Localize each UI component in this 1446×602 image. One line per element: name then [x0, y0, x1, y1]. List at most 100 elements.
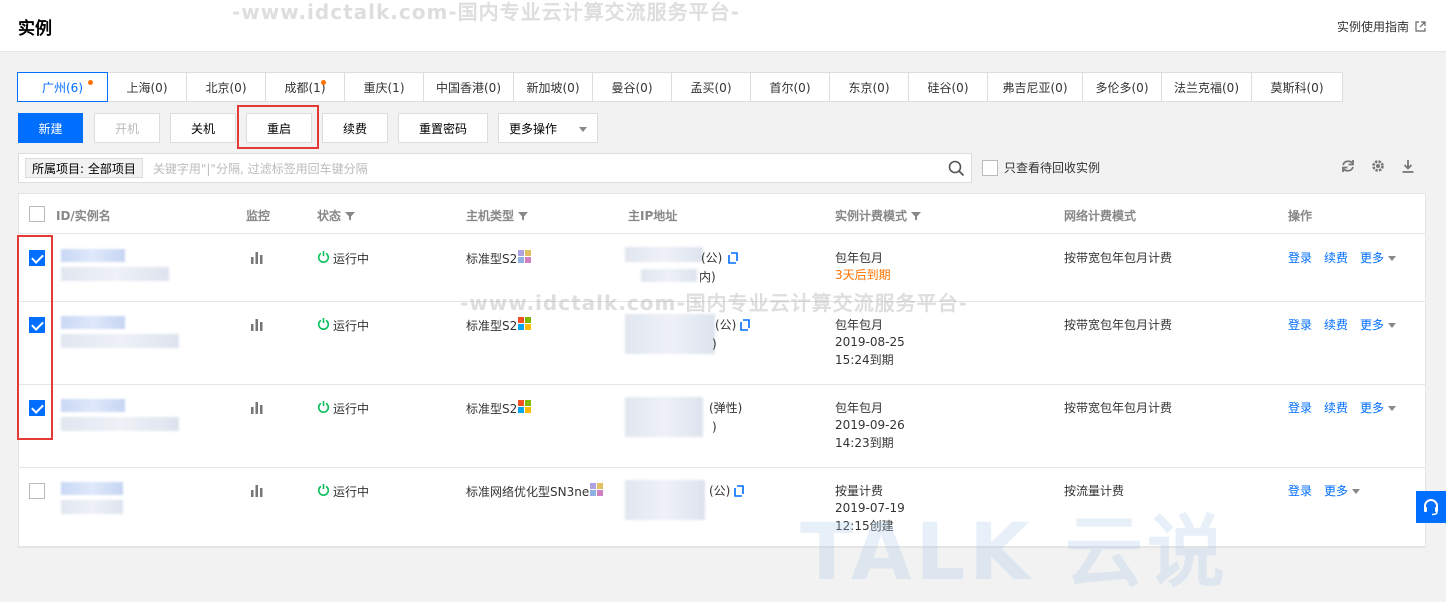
- billing-time: 12:15创建: [835, 519, 894, 533]
- region-tab-label: 首尔(0): [769, 80, 811, 95]
- reset-password-button[interactable]: 重置密码: [398, 113, 488, 143]
- bar-chart-icon[interactable]: [250, 318, 264, 336]
- billing-expiry: 2019-09-26: [835, 418, 905, 432]
- region-tab[interactable]: 重庆(1): [344, 72, 424, 102]
- table-row[interactable]: 运行中 标准型S2 (公) ) 包年包月 2019-08-25 15:24到期 …: [19, 302, 1425, 385]
- recycle-checkbox[interactable]: [982, 159, 998, 176]
- power-icon: [317, 400, 330, 418]
- more-link[interactable]: 更多: [1324, 483, 1361, 500]
- start-button[interactable]: 开机: [94, 113, 160, 143]
- net-billing-mode: 按带宽包年包月计费: [1064, 401, 1173, 415]
- table-row[interactable]: 运行中 标准型S2 (公) 内) 包年包月 3天后到期 按带宽包年包月计费 登录…: [19, 235, 1425, 302]
- region-tabs: 广州(6) 上海(0) 北京(0) 成都(1) 重庆(1) 中国香港(0) 新加坡(0) 曼谷…: [17, 72, 1343, 102]
- new-button[interactable]: 新建: [18, 113, 83, 143]
- more-ops-dropdown[interactable]: 更多操作: [498, 113, 598, 143]
- copy-icon[interactable]: [727, 252, 739, 270]
- renew-link[interactable]: 续费: [1324, 400, 1348, 417]
- filter-icon[interactable]: [518, 211, 529, 221]
- header-status[interactable]: 状态: [317, 207, 356, 224]
- ip-address: [625, 247, 703, 262]
- renew-link[interactable]: 续费: [1324, 317, 1348, 334]
- page-title: 实例: [18, 19, 52, 39]
- login-link[interactable]: 登录: [1288, 400, 1312, 417]
- bar-chart-icon[interactable]: [250, 484, 264, 502]
- header-host-type[interactable]: 主机类型: [466, 207, 529, 224]
- power-icon: [317, 483, 330, 501]
- region-tab[interactable]: 广州(6): [17, 72, 108, 102]
- table-row[interactable]: 运行中 标准型S2 (弹性) ) 包年包月 2019-09-26 14:23到期…: [19, 385, 1425, 468]
- ip-type-label: (弹性): [709, 401, 743, 415]
- instance-table: ID/实例名 监控 状态 主机类型 主IP地址 实例计费模式 网络计费模式 操作…: [18, 193, 1426, 548]
- host-type: 标准型S2: [466, 317, 532, 335]
- region-tab-label: 中国香港(0): [436, 80, 501, 95]
- download-icon[interactable]: [1400, 158, 1416, 174]
- chevron-down-icon: [1388, 256, 1397, 261]
- header-net-billing: 网络计费模式: [1064, 209, 1137, 223]
- more-link[interactable]: 更多: [1360, 317, 1397, 334]
- filter-icon[interactable]: [345, 211, 356, 221]
- region-tab[interactable]: 法兰克福(0): [1161, 72, 1252, 102]
- billing-expiry: 2019-08-25: [835, 335, 905, 349]
- region-tab[interactable]: 中国香港(0): [423, 72, 514, 102]
- header-billing[interactable]: 实例计费模式: [835, 207, 922, 224]
- project-filter-tag[interactable]: 所属项目: 全部项目: [25, 158, 143, 178]
- region-tab[interactable]: 成都(1): [265, 72, 345, 102]
- status-running: 运行中: [317, 250, 369, 268]
- support-button[interactable]: [1416, 491, 1446, 523]
- billing-expiry: 2019-07-19: [835, 501, 905, 515]
- region-tab[interactable]: 莫斯科(0): [1251, 72, 1343, 102]
- region-tab[interactable]: 孟买(0): [671, 72, 751, 102]
- copy-icon[interactable]: [733, 485, 745, 503]
- bar-chart-icon[interactable]: [250, 251, 264, 269]
- instance-id-link[interactable]: [61, 316, 125, 329]
- region-tab[interactable]: 上海(0): [107, 72, 187, 102]
- region-tab[interactable]: 东京(0): [829, 72, 909, 102]
- region-tab[interactable]: 北京(0): [186, 72, 266, 102]
- row-checkbox[interactable]: [29, 483, 45, 499]
- region-tab[interactable]: 首尔(0): [750, 72, 830, 102]
- renew-button[interactable]: 续费: [322, 113, 388, 143]
- ip-type-label: (公): [701, 251, 723, 265]
- region-tab[interactable]: 多伦多(0): [1082, 72, 1162, 102]
- copy-icon[interactable]: [739, 319, 751, 337]
- shutdown-button[interactable]: 关机: [170, 113, 236, 143]
- more-link[interactable]: 更多: [1360, 250, 1397, 267]
- login-link[interactable]: 登录: [1288, 317, 1312, 334]
- login-link[interactable]: 登录: [1288, 483, 1312, 500]
- header-ip: 主IP地址: [628, 209, 678, 223]
- header-id: ID/实例名: [56, 209, 111, 223]
- region-tab-label: 莫斯科(0): [1270, 80, 1324, 95]
- guide-link[interactable]: 实例使用指南: [1337, 18, 1426, 35]
- region-tab[interactable]: 新加坡(0): [513, 72, 593, 102]
- ip-type-label: (公): [709, 484, 731, 498]
- selected-rows-highlight: [17, 235, 53, 440]
- renew-link[interactable]: 续费: [1324, 250, 1348, 267]
- region-tab[interactable]: 曼谷(0): [592, 72, 672, 102]
- select-all-checkbox[interactable]: [29, 206, 45, 222]
- recycle-filter[interactable]: 只查看待回收实例: [982, 159, 1100, 176]
- instance-id-link[interactable]: [61, 249, 125, 262]
- region-tab[interactable]: 硅谷(0): [908, 72, 988, 102]
- header-monitor: 监控: [246, 209, 271, 223]
- region-tab[interactable]: 弗吉尼亚(0): [987, 72, 1083, 102]
- filter-icon[interactable]: [911, 211, 922, 221]
- chevron-down-icon: [1388, 323, 1397, 328]
- ip-address: [625, 480, 705, 520]
- more-link[interactable]: 更多: [1360, 400, 1397, 417]
- billing-mode: 包年包月: [835, 401, 884, 415]
- refresh-icon[interactable]: [1340, 158, 1356, 174]
- gear-icon[interactable]: [1370, 158, 1386, 174]
- status-label: 运行中: [333, 251, 370, 266]
- search-bar[interactable]: 所属项目: 全部项目 关键字用"|"分隔, 过滤标签用回车键分隔: [18, 153, 972, 183]
- instance-id-link[interactable]: [61, 399, 125, 412]
- host-type-label: 标准型S2: [466, 318, 518, 333]
- region-tab-label: 重庆(1): [363, 80, 405, 95]
- login-link[interactable]: 登录: [1288, 250, 1312, 267]
- table-row[interactable]: 运行中 标准网络优化型SN3ne (公) 按量计费 2019-07-19 12:…: [19, 468, 1425, 548]
- ip-type-label-2: ): [712, 337, 717, 351]
- search-icon[interactable]: [948, 160, 965, 177]
- search-input[interactable]: 关键字用"|"分隔, 过滤标签用回车键分隔: [153, 160, 368, 177]
- bar-chart-icon[interactable]: [250, 401, 264, 419]
- instance-id-link[interactable]: [61, 482, 123, 495]
- status-running: 运行中: [317, 400, 369, 418]
